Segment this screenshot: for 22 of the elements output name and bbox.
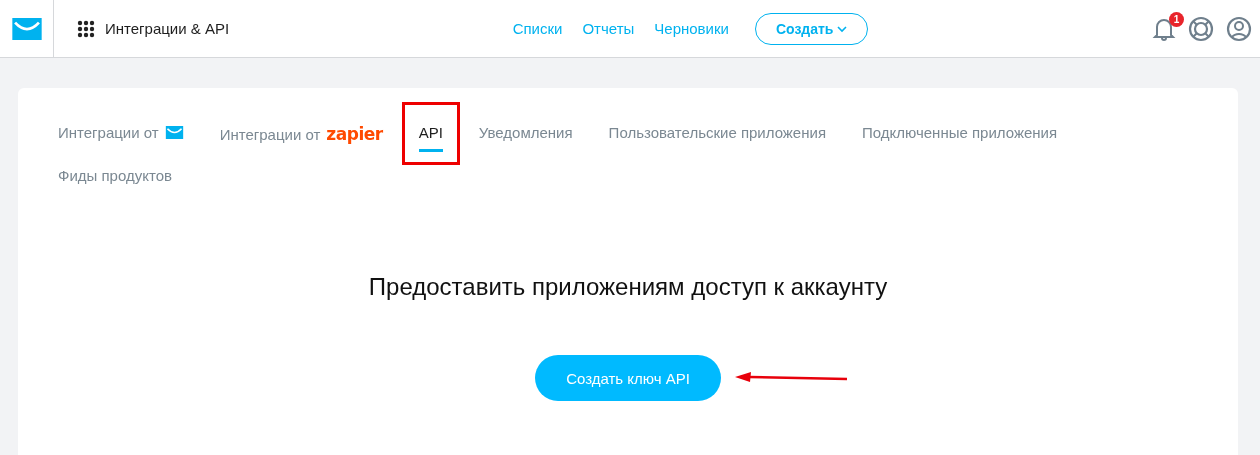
chevron-down-icon: [837, 24, 848, 33]
tab[interactable]: Интеграции от: [58, 118, 184, 152]
create-api-key-button[interactable]: Создать ключ API: [535, 355, 721, 401]
logo-icon: [10, 17, 43, 40]
lifebuoy-icon[interactable]: [1188, 15, 1214, 42]
tab[interactable]: Пользовательские приложения: [608, 118, 826, 152]
zapier-logo: zapier: [326, 124, 383, 144]
create-button[interactable]: Создать: [754, 12, 869, 45]
tab[interactable]: Интеграции от zapier: [219, 118, 383, 155]
nav-link[interactable]: Списки: [512, 20, 563, 37]
nav-link[interactable]: Черновики: [654, 20, 729, 37]
notification-badge: 1: [1169, 11, 1184, 27]
tab[interactable]: Уведомления: [478, 118, 573, 152]
envelope-icon: [164, 126, 184, 139]
apps-grid-icon[interactable]: [77, 19, 95, 38]
tab[interactable]: Фиды продуктов: [58, 161, 172, 195]
tab[interactable]: Подключенные приложения: [862, 118, 1058, 152]
section-title: Интеграции & API: [105, 20, 230, 37]
nav-link[interactable]: Отчеты: [582, 20, 635, 37]
page-heading: Предоставить приложениям доступ к аккаунту: [367, 273, 889, 301]
user-icon[interactable]: [1226, 15, 1252, 42]
tab[interactable]: API: [418, 118, 443, 152]
